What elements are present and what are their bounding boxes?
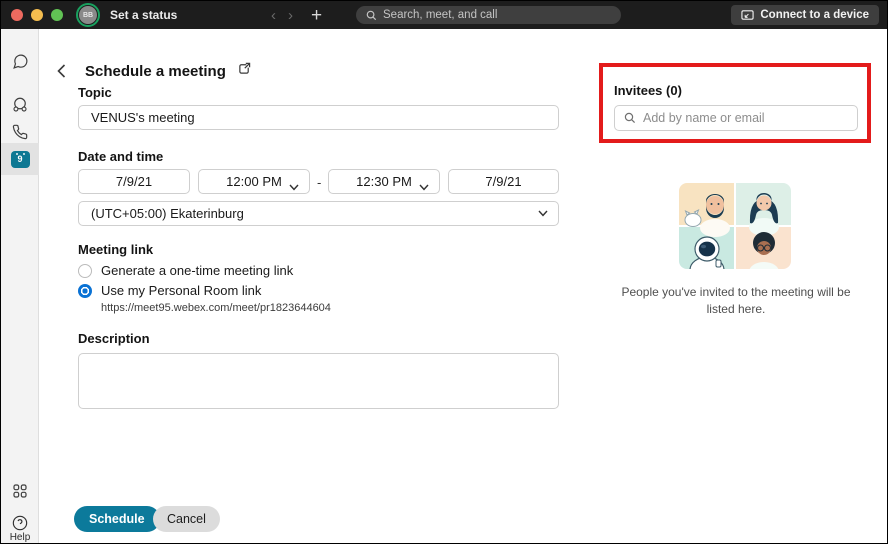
page-title: Schedule a meeting — [85, 62, 226, 80]
description-textarea[interactable] — [78, 353, 559, 409]
user-avatar[interactable]: BB — [76, 3, 100, 27]
personal-room-radio[interactable]: Use my Personal Room link — [78, 283, 261, 298]
end-time-select[interactable]: 12:30 PM — [328, 169, 440, 194]
apps-grid-icon — [12, 483, 28, 499]
cancel-button[interactable]: Cancel — [153, 506, 220, 532]
invitee-search-field[interactable] — [614, 105, 858, 131]
sidebar-item-teams[interactable] — [1, 90, 39, 120]
history-forward-button[interactable]: › — [288, 8, 293, 23]
personal-room-url: https://meet95.webex.com/meet/pr18236446… — [101, 302, 331, 314]
chevron-down-icon — [419, 179, 429, 194]
datetime-label: Date and time — [78, 149, 164, 164]
sidebar-item-help[interactable]: Help — [1, 506, 39, 543]
window-controls — [11, 9, 63, 21]
description-label: Description — [78, 331, 150, 346]
sidebar-item-meetings[interactable]: 9 — [1, 143, 39, 175]
titlebar: BB Set a status ‹ › + Search, meet, and … — [1, 1, 887, 29]
open-in-new-window-icon[interactable] — [238, 62, 251, 80]
device-screen-icon — [741, 9, 754, 21]
invitees-title: Invitees (0) — [614, 83, 682, 98]
onetime-link-radio[interactable]: Generate a one-time meeting link — [78, 263, 293, 278]
back-button[interactable] — [51, 61, 71, 81]
avatar-initials: BB — [79, 6, 97, 24]
end-date-picker[interactable]: 7/9/21 — [448, 169, 559, 194]
topic-input[interactable] — [78, 105, 559, 130]
invitee-search-input[interactable] — [643, 111, 857, 125]
radio-selected-icon — [78, 283, 92, 298]
global-search-input[interactable]: Search, meet, and call — [356, 6, 621, 24]
minimize-window-button[interactable] — [31, 9, 43, 21]
search-icon — [366, 10, 377, 21]
connect-to-device-button[interactable]: Connect to a device — [731, 5, 879, 25]
sidebar-item-apps[interactable] — [1, 476, 39, 506]
meeting-link-label: Meeting link — [78, 242, 154, 257]
help-question-icon — [12, 515, 28, 531]
red-highlight-rectangle — [599, 63, 871, 143]
invitees-empty-illustration — [679, 183, 791, 274]
meetings-calendar-icon: 9 — [10, 150, 30, 168]
history-back-button[interactable]: ‹ — [271, 8, 276, 23]
plus-button[interactable]: + — [311, 6, 322, 25]
radio-unselected-icon — [78, 263, 92, 278]
chevron-down-icon — [538, 210, 548, 217]
timezone-select[interactable]: (UTC+05:00) Ekaterinburg — [78, 201, 559, 226]
teams-people-icon — [11, 96, 29, 114]
start-time-select[interactable]: 12:00 PM — [198, 169, 310, 194]
schedule-button[interactable]: Schedule — [74, 506, 160, 532]
set-a-status-button[interactable]: Set a status — [110, 8, 177, 22]
meetings-badge: 9 — [17, 154, 23, 164]
sidebar-item-messaging[interactable] — [1, 46, 39, 76]
global-search-placeholder: Search, meet, and call — [383, 9, 498, 21]
schedule-meeting-page: Schedule a meeting Topic Date and time 7… — [40, 29, 887, 543]
chevron-down-icon — [289, 179, 299, 194]
topic-label: Topic — [78, 85, 112, 100]
zoom-window-button[interactable] — [51, 9, 63, 21]
webex-window: BB Set a status ‹ › + Search, meet, and … — [0, 0, 888, 544]
help-label: Help — [9, 532, 31, 543]
phone-icon — [12, 124, 28, 140]
sidebar: 9 Help — [1, 29, 39, 543]
close-window-button[interactable] — [11, 9, 23, 21]
chat-bubble-icon — [12, 53, 29, 70]
search-icon — [624, 112, 636, 124]
time-range-separator: - — [317, 175, 322, 190]
invitees-empty-caption: People you've invited to the meeting wil… — [621, 285, 851, 317]
start-date-picker[interactable]: 7/9/21 — [78, 169, 190, 194]
